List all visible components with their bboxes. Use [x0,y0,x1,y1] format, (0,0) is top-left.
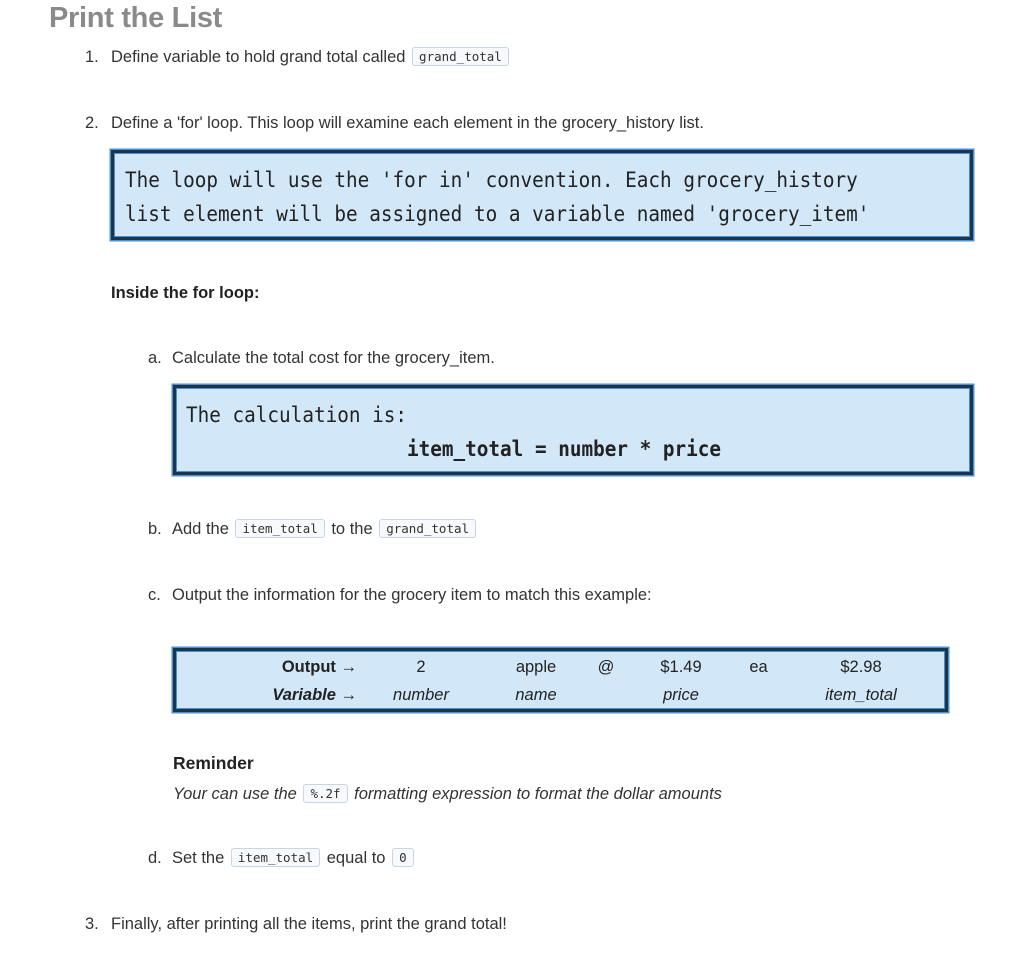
substep-c: c. Output the information for the grocery… [148,584,652,606]
step-3: 3. Finally, after printing all the items,… [85,913,507,935]
substep-text: to the [331,520,373,538]
step-text: Define variable to hold grand total call… [111,48,406,66]
calculation-box: The calculation is: item_total = number … [173,385,973,475]
substep-letter: c. [148,586,161,604]
calculation-formula: item_total = number * price [407,437,722,461]
step-text: Define a 'for' loop. This loop will exam… [111,114,704,132]
substep-text: Add the [172,520,229,538]
loop-note-box: The loop will use the 'for in' conventio… [111,150,973,240]
output-number: 2 [416,658,426,676]
substep-letter: d. [148,849,162,867]
variable-name: name [515,686,557,704]
step-number: 3. [85,915,99,933]
reminder-text: Your can use the %.2f formatting express… [173,783,722,805]
inline-code-format: %.2f [303,784,348,803]
variable-number: number [393,686,449,704]
substep-a: a. Calculate the total cost for the groce… [148,347,495,369]
inline-code-item-total: item_total [230,848,321,867]
output-price: $1.49 [660,658,702,676]
output-example-table: Output → Variable → 2 apple @ $1.49 ea $… [173,648,948,712]
substep-b: b. Add the item_total to the grand_total [148,518,478,540]
output-item-total: $2.98 [840,658,882,676]
substep-letter: b. [148,520,162,538]
inside-loop-label: Inside the for loop: [111,284,260,302]
step-text: Finally, after printing all the items, p… [111,915,507,933]
step-1: 1. Define variable to hold grand total ca… [85,46,511,68]
substep-letter: a. [148,349,162,367]
substep-text: equal to [326,849,386,867]
output-unit: ea [749,658,768,676]
variable-price: price [663,686,699,704]
output-name: apple [515,658,557,676]
substep-text: Set the [172,849,225,867]
calculation-intro: The calculation is: [186,403,408,427]
reminder-prefix: Your can use the [173,785,297,803]
loop-note-line-1: The loop will use the 'for in' conventio… [125,168,858,192]
step-number: 2. [85,114,99,132]
reminder-suffix: formatting expression to format the doll… [354,785,722,803]
inline-code-grand-total: grand_total [379,519,477,538]
inline-code-item-total: item_total [235,519,325,538]
substep-text: Output the information for the grocery i… [172,586,652,604]
step-number: 1. [85,48,99,66]
inline-code-zero: 0 [392,848,414,867]
step-2: 2. Define a 'for' loop. This loop will ex… [85,112,704,134]
variable-row-label: Variable → [272,686,357,704]
page-title: Print the List [49,2,223,34]
substep-d: d. Set the item_total equal to 0 [148,847,416,869]
output-at-sign: @ [597,658,615,676]
reminder-title: Reminder [173,753,254,773]
inline-code-grand-total: grand_total [412,47,509,66]
output-row-label: Output → [281,658,357,676]
variable-item-total: item_total [825,686,897,704]
substep-text: Calculate the total cost for the grocery… [172,349,495,367]
loop-note-line-2: list element will be assigned to a varia… [125,202,870,226]
